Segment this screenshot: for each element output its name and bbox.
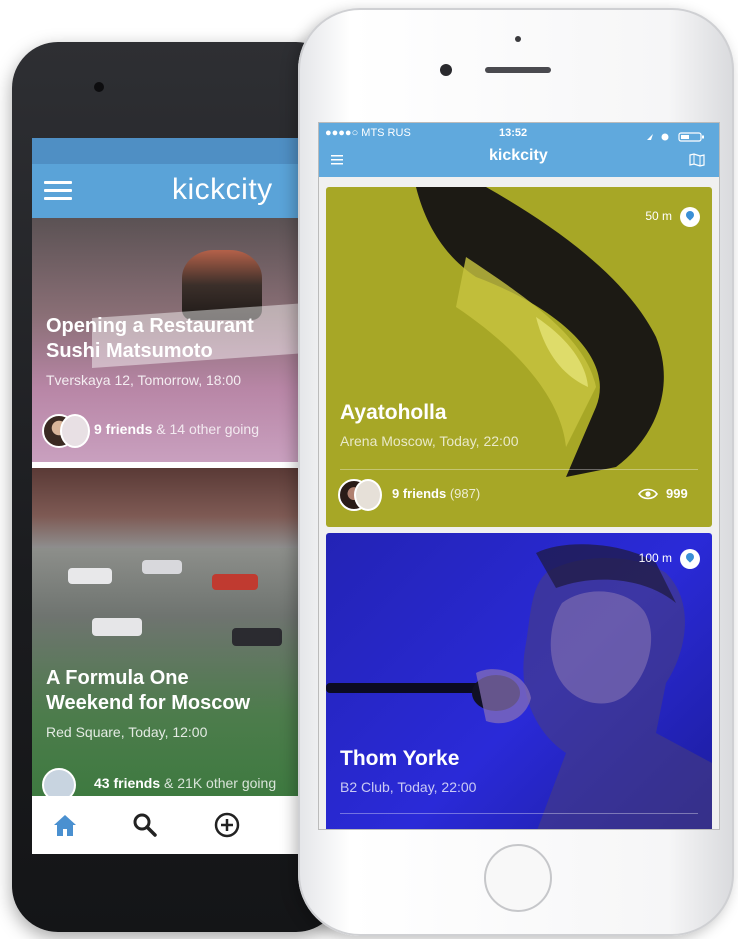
event-title: A Formula One Weekend for Moscow — [46, 667, 251, 714]
distance-label: 100 m — [638, 551, 672, 565]
android-speaker — [94, 82, 104, 92]
android-status-bar — [32, 138, 308, 164]
app-logo: kickcity — [489, 147, 548, 164]
event-card-formula[interactable]: A Formula One Weekend for Moscow Red Squ… — [32, 468, 308, 796]
race-car — [142, 560, 182, 574]
eye-icon — [638, 487, 658, 501]
race-car — [68, 568, 112, 584]
race-car — [92, 618, 142, 636]
event-card-restaurant[interactable]: Opening a Restaurant Sushi Matsumoto Tve… — [32, 218, 308, 462]
add-icon[interactable] — [212, 810, 242, 840]
friends-count: 9 friends & 14 other going — [94, 421, 259, 437]
carrier-label: ●●●●○ MTS RUS — [325, 127, 411, 139]
hamburger-menu-icon[interactable] — [44, 181, 72, 201]
status-time: 13:52 — [499, 127, 528, 139]
event-card-ayatoholla[interactable]: 50 m Ayatoholla Arena Moscow, Today, 22:… — [326, 187, 712, 527]
status-icons — [645, 129, 711, 142]
event-subtitle: Tverskaya 12, Tomorrow, 18:00 — [46, 372, 242, 388]
iphone-screen: ●●●●○ MTS RUS 13:52 kickcity 50 m Ayatoh… — [318, 122, 720, 830]
android-phone: kickcity Opening a Restaurant Sushi Mats… — [12, 42, 342, 932]
event-subtitle: Red Square, Today, 12:00 — [46, 724, 208, 740]
iphone-header: ●●●●○ MTS RUS 13:52 kickcity — [319, 123, 719, 177]
friends-count: 43 friends & 21K other going — [94, 775, 277, 791]
race-car — [212, 574, 258, 590]
event-card-thom-yorke[interactable]: 100 m Thom Yorke B2 Club, Today, 22:00 — [326, 533, 712, 829]
card-divider — [340, 813, 698, 814]
card-divider — [340, 469, 698, 470]
event-title: Opening a Restaurant Sushi Matsumoto — [46, 315, 254, 362]
search-icon[interactable] — [130, 810, 160, 840]
event-subtitle: B2 Club, Today, 22:00 — [340, 779, 477, 795]
android-screen: kickcity Opening a Restaurant Sushi Mats… — [32, 138, 308, 854]
grandstand-image — [32, 468, 308, 548]
race-car — [232, 628, 282, 646]
bottom-navigation — [32, 796, 308, 854]
home-icon[interactable] — [50, 810, 80, 840]
menu-icon[interactable] — [331, 153, 345, 165]
android-app-bar: kickcity — [32, 164, 308, 218]
home-button[interactable] — [484, 844, 552, 912]
event-title: Thom Yorke — [340, 747, 460, 770]
location-pin-icon — [680, 207, 700, 227]
friend-avatar — [42, 768, 76, 796]
event-title: Ayatoholla — [340, 401, 447, 424]
map-icon[interactable] — [689, 153, 705, 167]
friend-avatar — [60, 414, 90, 448]
friends-count: 9 friends (987) — [392, 486, 481, 501]
distance-label: 50 m — [645, 209, 672, 223]
iphone-sensor — [515, 36, 521, 42]
location-pin-icon — [680, 549, 700, 569]
app-logo: kickcity — [172, 173, 273, 206]
friend-avatar — [354, 479, 382, 511]
iphone-camera — [440, 64, 452, 76]
views-count: 999 — [666, 486, 688, 501]
event-subtitle: Arena Moscow, Today, 22:00 — [340, 433, 519, 449]
iphone-speaker — [485, 67, 551, 73]
iphone: ●●●●○ MTS RUS 13:52 kickcity 50 m Ayatoh… — [298, 8, 734, 936]
